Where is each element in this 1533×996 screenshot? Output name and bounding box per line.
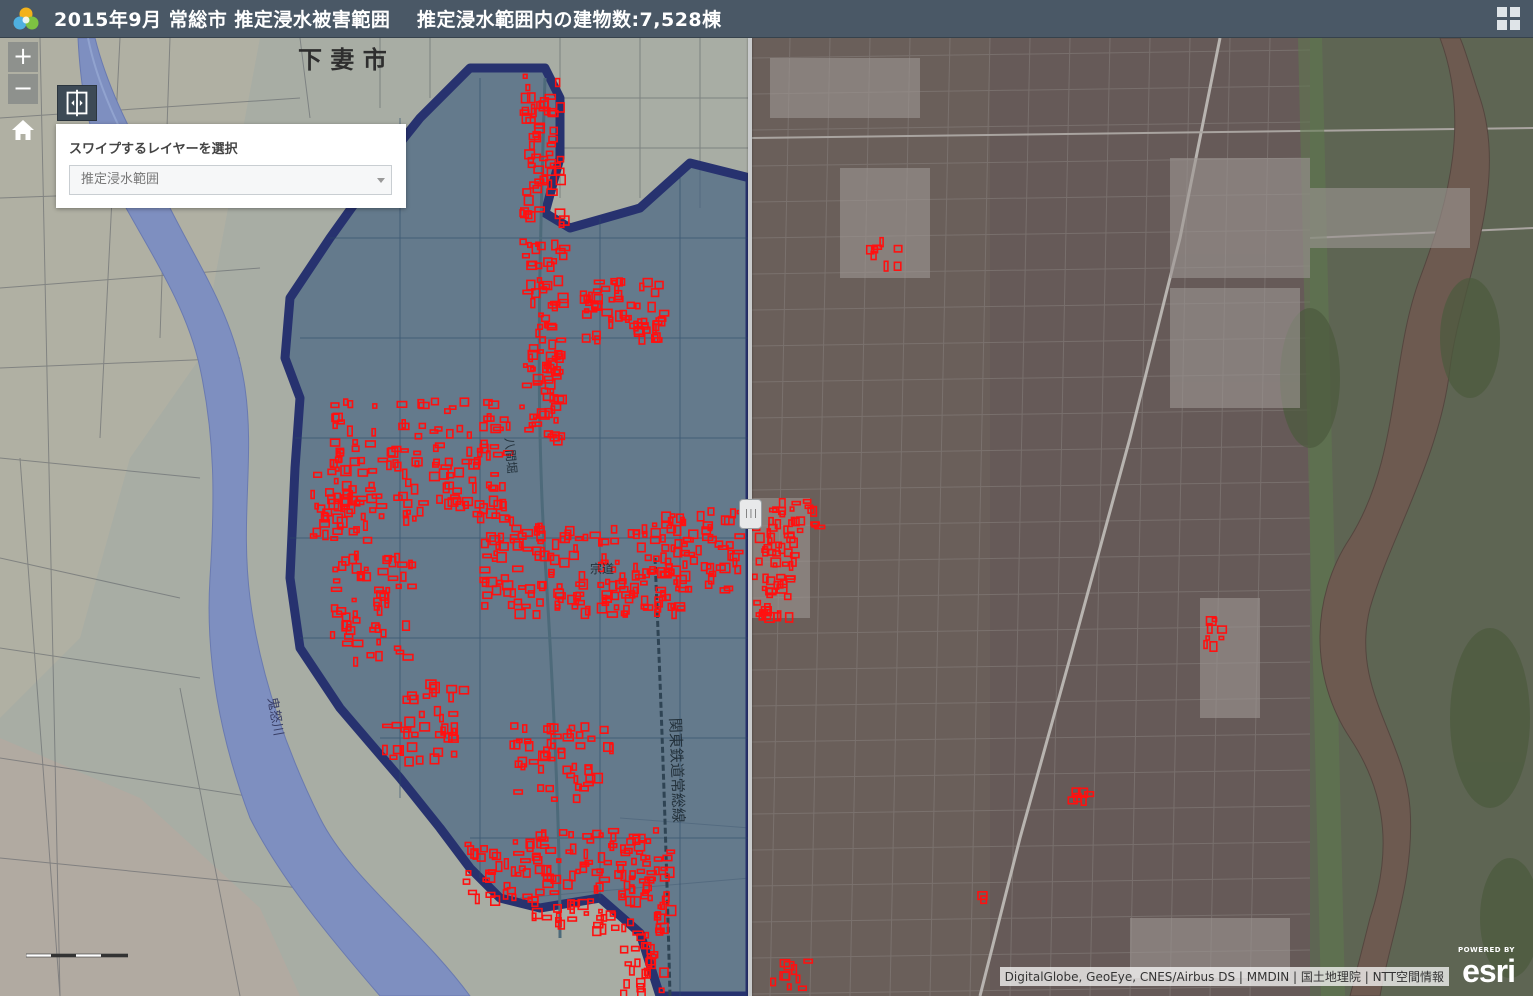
building-footprint bbox=[883, 260, 889, 272]
zoom-out-button[interactable]: − bbox=[8, 74, 38, 104]
building-footprint bbox=[769, 977, 777, 987]
building-footprint bbox=[776, 573, 786, 581]
building-footprint bbox=[1205, 635, 1211, 641]
building-footprint bbox=[786, 983, 792, 991]
map-right-satellite[interactable] bbox=[750, 38, 1533, 996]
swipe-handle[interactable]: ||| bbox=[739, 499, 762, 529]
swipe-tool-icon[interactable] bbox=[57, 85, 97, 121]
city-label: 下 妻 市 bbox=[298, 46, 387, 74]
building-footprint bbox=[797, 985, 808, 992]
building-footprint bbox=[1203, 639, 1208, 650]
river-label: 鬼怒川 bbox=[264, 696, 287, 737]
building-footprint bbox=[753, 599, 762, 606]
building-footprint bbox=[1209, 640, 1218, 652]
building-footprint bbox=[774, 518, 782, 530]
building-footprint bbox=[795, 974, 801, 984]
building-footprint bbox=[784, 612, 794, 623]
building-footprint bbox=[781, 561, 790, 567]
building-footprint bbox=[1084, 790, 1095, 798]
grid-apps-icon[interactable] bbox=[1497, 7, 1521, 31]
building-footprint bbox=[1067, 796, 1078, 805]
swipe-layer-panel: スワイプするレイヤーを選択 推定浸水範囲 bbox=[56, 124, 406, 208]
railway-label: 関東鉄道常総線 bbox=[666, 718, 688, 824]
building-footprint bbox=[772, 562, 778, 568]
app-header: 2015年9月 常総市 推定浸水被害範囲 推定浸水範囲内の建物数:7,528棟 bbox=[0, 0, 1533, 38]
building-footprint bbox=[1218, 635, 1225, 641]
map-view[interactable]: 下 妻 市 鬼怒川 関東鉄道常総線 八間堀 宗道 ||| + − スワイプするレ… bbox=[0, 38, 1533, 996]
building-footprint bbox=[803, 958, 814, 964]
building-footprint bbox=[802, 498, 812, 504]
building-footprint bbox=[789, 506, 795, 512]
building-footprint bbox=[770, 557, 782, 568]
building-footprint bbox=[796, 527, 804, 534]
swipe-layer-label: スワイプするレイヤーを選択 bbox=[69, 142, 238, 157]
building-footprint bbox=[762, 573, 769, 584]
building-footprint bbox=[755, 557, 763, 566]
esri-wordmark: esri bbox=[1462, 953, 1516, 989]
cube-logo-icon bbox=[13, 7, 39, 29]
building-footprint bbox=[1216, 625, 1228, 634]
building-footprint bbox=[778, 497, 786, 509]
map-attribution[interactable]: DigitalGlobe, GeoEye, CNES/Airbus DS | M… bbox=[999, 967, 1449, 986]
building-footprint bbox=[791, 500, 802, 506]
swipe-handle-grip: ||| bbox=[743, 509, 758, 519]
building-footprint bbox=[768, 516, 774, 526]
swipe-layer-selected: 推定浸水範囲 bbox=[81, 172, 160, 187]
page-title: 2015年9月 常総市 推定浸水被害範囲 推定浸水範囲内の建物数:7,528棟 bbox=[54, 9, 722, 31]
building-footprint bbox=[893, 244, 903, 253]
building-footprints-right bbox=[751, 236, 1228, 992]
building-footprint bbox=[781, 971, 790, 981]
swipe-layer-select[interactable]: 推定浸水範囲 bbox=[69, 165, 392, 195]
scale-bar bbox=[26, 953, 128, 958]
canal-label: 八間堀 bbox=[502, 437, 520, 474]
building-footprint bbox=[783, 593, 792, 601]
chevron-down-icon bbox=[377, 178, 385, 183]
zoom-in-button[interactable]: + bbox=[8, 42, 38, 72]
home-icon[interactable] bbox=[8, 116, 38, 144]
town-label: 宗道 bbox=[590, 561, 614, 576]
esri-logo[interactable]: POWERED BY esri bbox=[1451, 946, 1516, 989]
building-footprint bbox=[751, 573, 758, 581]
building-footprint bbox=[754, 532, 765, 544]
building-footprint bbox=[893, 261, 902, 272]
